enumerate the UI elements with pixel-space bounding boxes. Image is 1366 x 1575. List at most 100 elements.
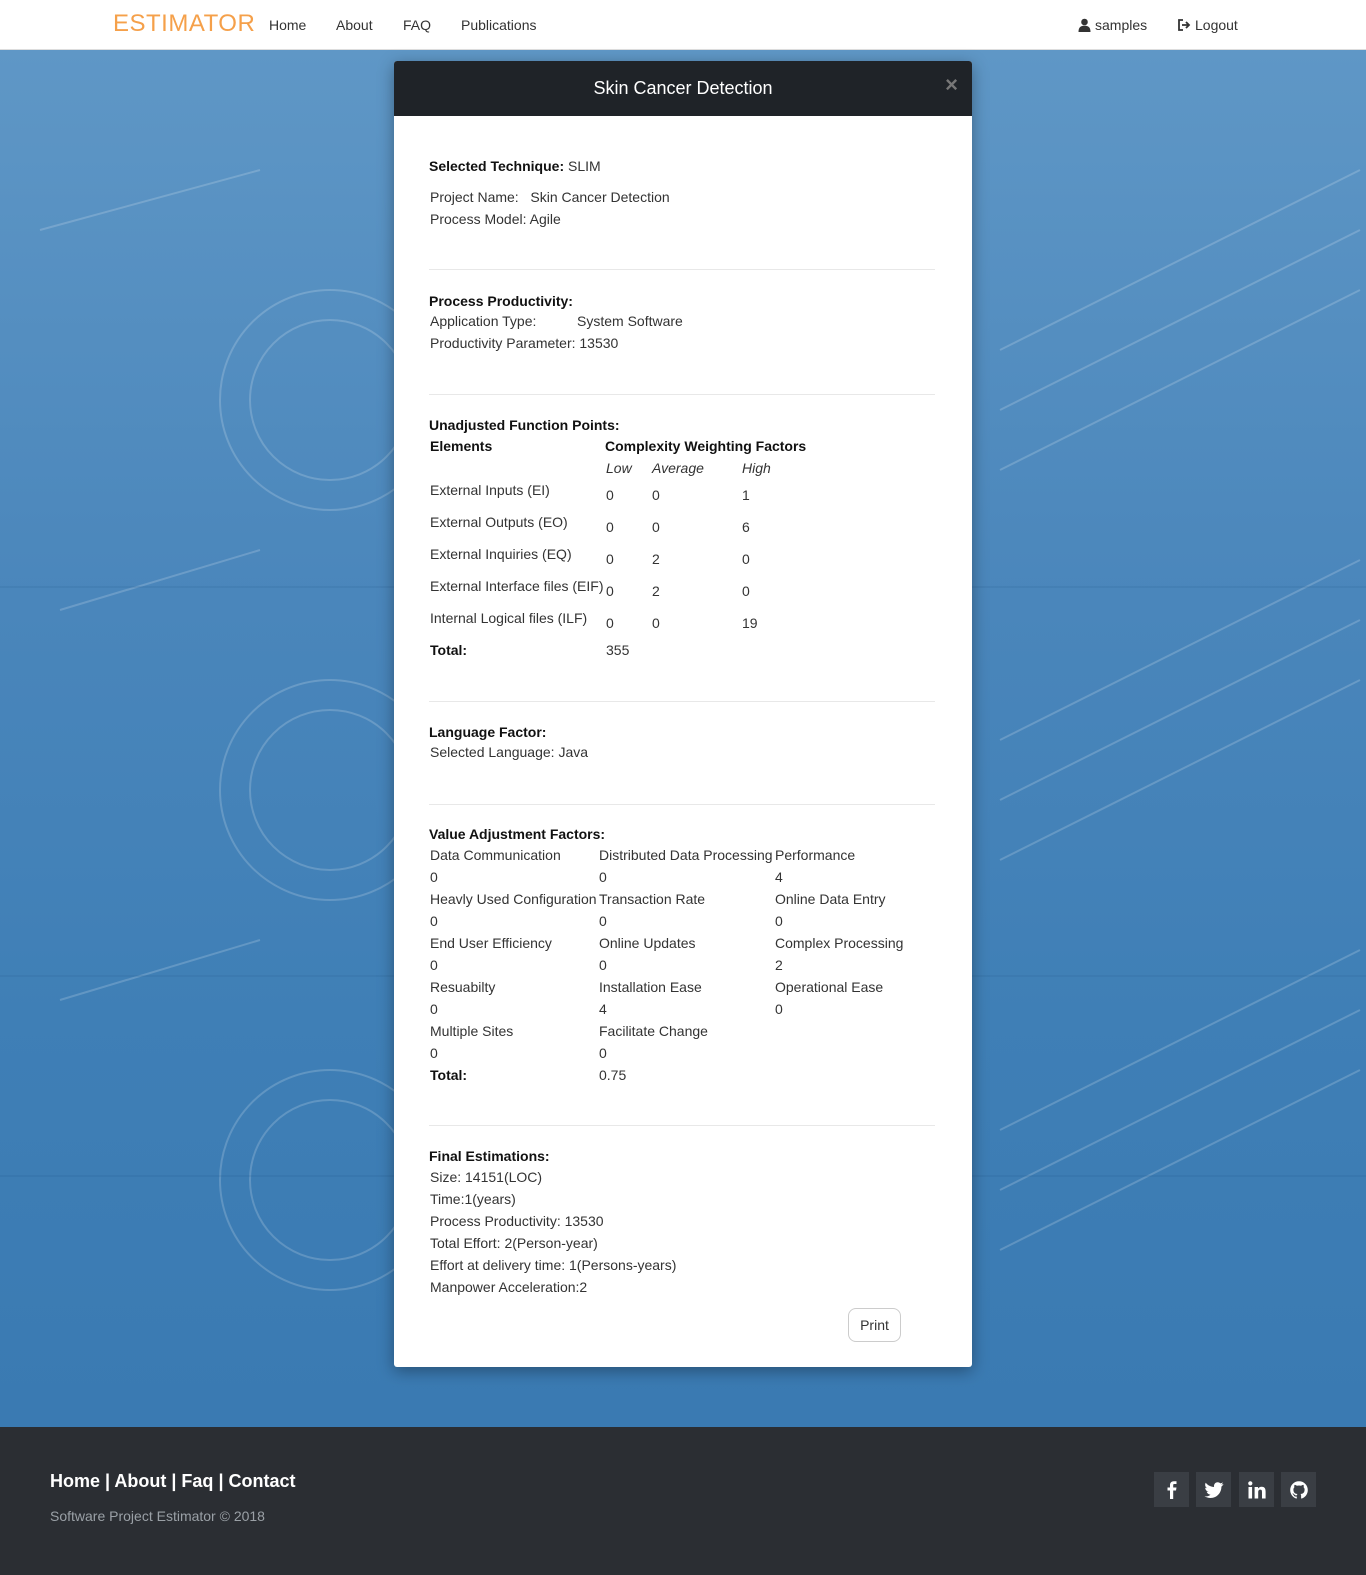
ufp-row-average: 2 — [652, 551, 660, 567]
high-header: High — [742, 460, 771, 476]
vaf-item-name: Performance — [775, 847, 856, 863]
facebook-icon[interactable] — [1154, 1472, 1189, 1507]
elements-header: Elements — [430, 438, 493, 454]
nav-about[interactable]: About — [336, 17, 373, 33]
final-size: Size: 14151(LOC) — [430, 1169, 543, 1185]
footer-links: Home | About | Faq | Contact — [50, 1471, 295, 1492]
estimation-modal: Skin Cancer Detection × Selected Techniq… — [394, 61, 972, 1367]
ufp-row-name: External Inputs (EI) — [430, 482, 550, 498]
ufp-total-value: 355 — [606, 642, 630, 658]
technique-label: Selected Technique: — [429, 158, 565, 174]
language-row: Selected Language: Java — [430, 744, 588, 760]
nav-home[interactable]: Home — [269, 17, 306, 33]
average-header: Average — [652, 460, 704, 476]
footer-link-home[interactable]: Home — [50, 1471, 100, 1491]
divider — [429, 1125, 935, 1126]
ufp-row-name: Internal Logical files (ILF) — [430, 610, 588, 626]
footer-link-about[interactable]: About — [114, 1471, 166, 1491]
final-heading: Final Estimations: — [429, 1148, 550, 1164]
app-type-label: Application Type: — [430, 313, 537, 329]
process-model-label: Process Model: — [430, 211, 527, 227]
footer-link-contact[interactable]: Contact — [228, 1471, 295, 1491]
final-total-effort: Total Effort: 2(Person-year) — [430, 1235, 598, 1251]
user-icon — [1078, 18, 1091, 32]
footer-link-faq[interactable]: Faq — [181, 1471, 213, 1491]
ufp-row-high: 1 — [742, 487, 750, 503]
ufp-heading: Unadjusted Function Points: — [429, 417, 620, 433]
vaf-item-value: 0 — [775, 1001, 783, 1017]
modal-header: Skin Cancer Detection × — [394, 61, 972, 116]
productivity-heading: Process Productivity: — [429, 293, 573, 309]
vaf-item-name: Online Data Entry — [775, 891, 886, 907]
logout-label: Logout — [1195, 17, 1238, 33]
brand-logo[interactable]: ESTIMATOR — [113, 10, 255, 38]
footer-copyright: Software Project Estimator © 2018 — [50, 1508, 265, 1524]
vaf-item-name: Online Updates — [599, 935, 696, 951]
vaf-total-value: 0.75 — [599, 1067, 627, 1083]
vaf-item-value: 0 — [430, 913, 438, 929]
github-icon[interactable] — [1281, 1472, 1316, 1507]
divider — [429, 394, 935, 395]
project-name-label: Project Name: — [430, 189, 519, 205]
project-name-value: Skin Cancer Detection — [530, 189, 670, 205]
language-value: Java — [558, 744, 589, 760]
footer: Home | About | Faq | Contact Software Pr… — [0, 1427, 1366, 1575]
linkedin-icon[interactable] — [1239, 1472, 1274, 1507]
print-button[interactable]: Print — [848, 1308, 901, 1342]
vaf-item-name: Heavly Used Configuration — [430, 891, 597, 907]
vaf-item-value: 0 — [430, 1045, 438, 1061]
vaf-item-value: 0 — [430, 869, 438, 885]
language-label: Selected Language: — [430, 744, 555, 760]
ufp-row-average: 0 — [652, 615, 660, 631]
final-time: Time:1(years) — [430, 1191, 516, 1207]
logout-icon — [1177, 18, 1191, 32]
final-manpower: Manpower Acceleration:2 — [430, 1279, 588, 1295]
vaf-item-name: End User Efficiency — [430, 935, 552, 951]
ufp-row-low: 0 — [606, 551, 614, 567]
vaf-item-value: 0 — [599, 913, 607, 929]
productivity-param-label: Productivity Parameter: — [430, 335, 576, 351]
divider — [429, 269, 935, 270]
footer-separator: | — [166, 1471, 182, 1491]
vaf-item-value: 0 — [775, 913, 783, 929]
project-name-row: Project Name: Skin Cancer Detection — [430, 189, 670, 205]
language-heading: Language Factor: — [429, 724, 547, 740]
footer-separator: | — [100, 1471, 115, 1491]
vaf-item-value: 0 — [599, 869, 607, 885]
vaf-item-name: Complex Processing — [775, 935, 904, 951]
ufp-row-high: 0 — [742, 583, 750, 599]
vaf-item-name: Transaction Rate — [599, 891, 706, 907]
user-name: samples — [1095, 17, 1148, 33]
vaf-item-name: Resuabilty — [430, 979, 496, 995]
twitter-icon[interactable] — [1196, 1472, 1231, 1507]
vaf-item-value: 0 — [599, 957, 607, 973]
logout-link[interactable]: Logout — [1177, 17, 1238, 33]
vaf-item-value: 0 — [430, 957, 438, 973]
ufp-row-low: 0 — [606, 487, 614, 503]
vaf-item-value: 4 — [775, 869, 783, 885]
vaf-item-value: 4 — [599, 1001, 607, 1017]
ufp-row-name: External Inquiries (EQ) — [430, 546, 572, 562]
nav-publications[interactable]: Publications — [461, 17, 537, 33]
process-model-row: Process Model: Agile — [430, 211, 561, 227]
vaf-item-value: 2 — [775, 957, 783, 973]
ufp-row-low: 0 — [606, 583, 614, 599]
technique-row: Selected Technique: SLIM — [429, 158, 601, 174]
app-type-value: System Software — [577, 313, 683, 329]
cwf-header: Complexity Weighting Factors — [605, 438, 807, 454]
vaf-item-name: Data Communication — [430, 847, 561, 863]
close-icon[interactable]: × — [945, 74, 958, 96]
productivity-param-row: Productivity Parameter: 13530 — [430, 335, 618, 351]
vaf-item-name: Operational Ease — [775, 979, 884, 995]
nav-faq[interactable]: FAQ — [403, 17, 431, 33]
vaf-item-value: 0 — [430, 1001, 438, 1017]
ufp-row-high: 0 — [742, 551, 750, 567]
ufp-total-label: Total: — [430, 642, 468, 658]
divider — [429, 701, 935, 702]
vaf-item-name: Facilitate Change — [599, 1023, 708, 1039]
ufp-row-high: 6 — [742, 519, 750, 535]
user-menu[interactable]: samples — [1078, 17, 1147, 33]
vaf-total-label: Total: — [430, 1067, 468, 1083]
productivity-param-value: 13530 — [579, 335, 619, 351]
vaf-item-name: Multiple Sites — [430, 1023, 514, 1039]
